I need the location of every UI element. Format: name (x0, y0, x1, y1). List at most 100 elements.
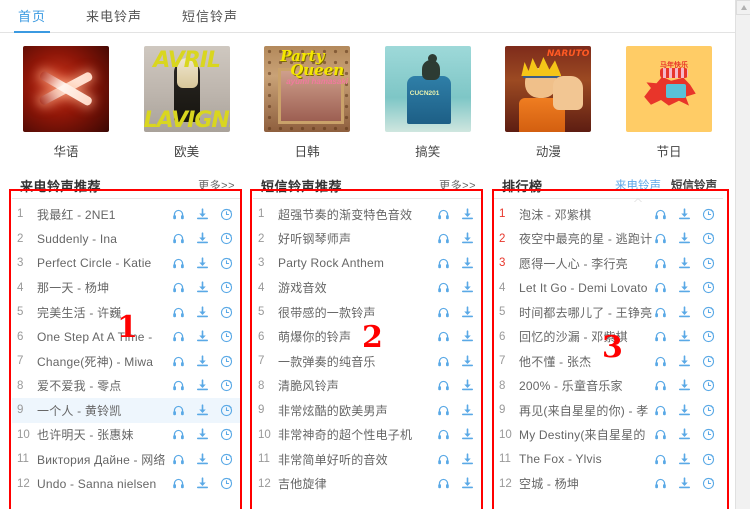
download-icon[interactable] (461, 281, 474, 294)
category-jieri[interactable]: 马年快乐 节日 (619, 46, 719, 160)
row-title[interactable]: Let It Go - Demi Lovato (515, 281, 654, 295)
headphone-icon[interactable] (654, 232, 667, 245)
table-row[interactable]: 5 完美生活 - 许巍 (12, 300, 241, 325)
ringtone-clock-icon[interactable] (220, 477, 233, 490)
download-icon[interactable] (678, 330, 691, 343)
row-title[interactable]: One Step At A Time - (33, 330, 172, 344)
download-icon[interactable] (461, 355, 474, 368)
headphone-icon[interactable] (437, 428, 450, 441)
download-icon[interactable] (678, 257, 691, 270)
table-row[interactable]: 9 再见(来自星星的你) - 孝 (494, 398, 723, 423)
row-title[interactable]: 泡沫 - 邓紫棋 (515, 206, 654, 223)
table-row[interactable]: 4 Let It Go - Demi Lovato (494, 276, 723, 301)
headphone-icon[interactable] (437, 306, 450, 319)
table-row[interactable]: 12 Undo - Sanna nielsen (12, 472, 241, 497)
table-row[interactable]: 10 非常神奇的超个性电子机 (253, 423, 482, 448)
row-title[interactable]: 好听钢琴师声 (274, 230, 437, 247)
table-row[interactable]: 6 One Step At A Time - (12, 325, 241, 350)
column1-more-link[interactable]: 更多>> (198, 177, 235, 193)
table-row[interactable]: 6 萌爆你的铃声 (253, 325, 482, 350)
table-row[interactable]: 2 Suddenly - Ina (12, 227, 241, 252)
download-icon[interactable] (678, 379, 691, 392)
ringtone-clock-icon[interactable] (220, 404, 233, 417)
download-icon[interactable] (678, 355, 691, 368)
ringtone-clock-icon[interactable] (220, 208, 233, 221)
headphone-icon[interactable] (172, 404, 185, 417)
table-row[interactable]: 11 非常简单好听的音效 (253, 447, 482, 472)
table-row[interactable]: 9 一个人 - 黄铃凯 (12, 398, 241, 423)
ringtone-clock-icon[interactable] (220, 428, 233, 441)
row-title[interactable]: Party Rock Anthem (274, 256, 437, 270)
download-icon[interactable] (678, 281, 691, 294)
download-icon[interactable] (196, 379, 209, 392)
headphone-icon[interactable] (437, 257, 450, 270)
row-title[interactable]: 夜空中最亮的星 - 逃跑计 (515, 230, 654, 247)
headphone-icon[interactable] (654, 453, 667, 466)
row-title[interactable]: Change(死神) - Miwa (33, 353, 172, 370)
headphone-icon[interactable] (437, 208, 450, 221)
row-title[interactable]: 再见(来自星星的你) - 孝 (515, 402, 654, 419)
category-rihan[interactable]: Party Queen ayumi hamasaki 日韩 (257, 46, 357, 160)
table-row[interactable]: 10 My Destiny(来自星星的 (494, 423, 723, 448)
download-icon[interactable] (461, 477, 474, 490)
table-row[interactable]: 8 200% - 乐童音乐家 (494, 374, 723, 399)
headphone-icon[interactable] (172, 306, 185, 319)
download-icon[interactable] (461, 453, 474, 466)
headphone-icon[interactable] (654, 281, 667, 294)
table-row[interactable]: 11 The Fox - Ylvis (494, 447, 723, 472)
row-title[interactable]: 我最红 - 2NE1 (33, 206, 172, 223)
row-title[interactable]: 非常简单好听的音效 (274, 451, 437, 468)
download-icon[interactable] (461, 257, 474, 270)
ringtone-clock-icon[interactable] (220, 281, 233, 294)
column2-more-link[interactable]: 更多>> (439, 177, 476, 193)
download-icon[interactable] (678, 232, 691, 245)
table-row[interactable]: 2 夜空中最亮的星 - 逃跑计 (494, 227, 723, 252)
download-icon[interactable] (678, 453, 691, 466)
row-title[interactable]: 非常神奇的超个性电子机 (274, 426, 437, 443)
row-title[interactable]: 时间都去哪儿了 - 王铮亮 (515, 304, 654, 321)
download-icon[interactable] (196, 330, 209, 343)
table-row[interactable]: 9 非常炫酷的欧美男声 (253, 398, 482, 423)
scroll-up-button[interactable] (736, 0, 750, 15)
headphone-icon[interactable] (437, 330, 450, 343)
download-icon[interactable] (461, 306, 474, 319)
ringtone-clock-icon[interactable] (702, 477, 715, 490)
headphone-icon[interactable] (172, 281, 185, 294)
headphone-icon[interactable] (654, 379, 667, 392)
ringtone-clock-icon[interactable] (220, 232, 233, 245)
ringtone-clock-icon[interactable] (702, 428, 715, 441)
tab-call-ringtone[interactable]: 来电铃声 (86, 6, 142, 32)
row-title[interactable]: Undo - Sanna nielsen (33, 477, 172, 491)
ringtone-clock-icon[interactable] (702, 257, 715, 270)
headphone-icon[interactable] (172, 477, 185, 490)
row-title[interactable]: 完美生活 - 许巍 (33, 304, 172, 321)
ranking-tab-call[interactable]: 来电铃声 (615, 177, 661, 193)
headphone-icon[interactable] (437, 379, 450, 392)
download-icon[interactable] (461, 232, 474, 245)
headphone-icon[interactable] (437, 477, 450, 490)
headphone-icon[interactable] (654, 208, 667, 221)
download-icon[interactable] (461, 379, 474, 392)
row-title[interactable]: Suddenly - Ina (33, 232, 172, 246)
row-title[interactable]: 也许明天 - 张惠妹 (33, 426, 172, 443)
ringtone-clock-icon[interactable] (702, 379, 715, 392)
row-title[interactable]: 吉他旋律 (274, 475, 437, 492)
headphone-icon[interactable] (172, 428, 185, 441)
category-huayu[interactable]: 华语 (16, 46, 116, 160)
ringtone-clock-icon[interactable] (220, 330, 233, 343)
row-title[interactable]: 一个人 - 黄铃凯 (33, 402, 172, 419)
download-icon[interactable] (678, 208, 691, 221)
row-title[interactable]: 很带感的一款铃声 (274, 304, 437, 321)
table-row[interactable]: 1 泡沫 - 邓紫棋 (494, 202, 723, 227)
download-icon[interactable] (461, 404, 474, 417)
download-icon[interactable] (196, 232, 209, 245)
download-icon[interactable] (196, 453, 209, 466)
download-icon[interactable] (196, 281, 209, 294)
row-title[interactable]: 那一天 - 杨坤 (33, 279, 172, 296)
headphone-icon[interactable] (172, 257, 185, 270)
headphone-icon[interactable] (437, 404, 450, 417)
row-title[interactable]: The Fox - Ylvis (515, 452, 654, 466)
ringtone-clock-icon[interactable] (702, 232, 715, 245)
download-icon[interactable] (196, 208, 209, 221)
table-row[interactable]: 1 超强节奏的渐变特色音效 (253, 202, 482, 227)
